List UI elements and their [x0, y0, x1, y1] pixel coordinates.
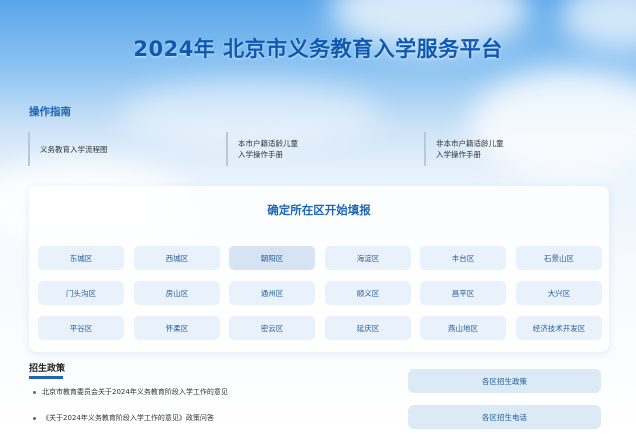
- guide-links: 义务教育入学流程图 本市户籍适龄儿童 入学操作手册 非本市户籍适龄儿童 入学操作…: [28, 132, 608, 168]
- district-button[interactable]: 密云区: [229, 316, 315, 340]
- district-button[interactable]: 西城区: [134, 246, 220, 270]
- district-button[interactable]: 顺义区: [325, 281, 411, 305]
- district-button[interactable]: 燕山地区: [420, 316, 506, 340]
- district-button[interactable]: 海淀区: [325, 246, 411, 270]
- district-button[interactable]: 通州区: [229, 281, 315, 305]
- guide-link-flowchart[interactable]: 义务教育入学流程图: [28, 132, 218, 166]
- district-button[interactable]: 门头沟区: [38, 281, 124, 305]
- policy-item-label: 《关于2024年义务教育阶段入学工作的意见》政策问答: [42, 414, 214, 422]
- district-button[interactable]: 朝阳区: [229, 246, 315, 270]
- district-button[interactable]: 石景山区: [516, 246, 602, 270]
- district-button[interactable]: 平谷区: [38, 316, 124, 340]
- bullet-icon: [33, 416, 36, 420]
- district-button[interactable]: 延庆区: [325, 316, 411, 340]
- district-policy-button[interactable]: 各区招生政策: [408, 369, 601, 393]
- policy-item-opinion[interactable]: 北京市教育委员会关于2024年义务教育阶段入学工作的意见: [33, 387, 228, 397]
- district-button[interactable]: 经济技术开发区: [516, 316, 602, 340]
- district-button[interactable]: 怀柔区: [134, 316, 220, 340]
- policy-heading-underline: [29, 376, 63, 379]
- district-button[interactable]: 大兴区: [516, 281, 602, 305]
- district-button[interactable]: 昌平区: [420, 281, 506, 305]
- guide-heading: 操作指南: [29, 106, 71, 118]
- guide-link-local-manual[interactable]: 本市户籍适龄儿童 入学操作手册: [226, 132, 416, 166]
- guide-link-nonlocal-manual[interactable]: 非本市户籍适龄儿童 入学操作手册: [424, 132, 614, 166]
- district-select-card: 确定所在区开始填报 东城区 西城区 朝阳区 海淀区 丰台区 石景山区门头沟区 房山区 通州区顺…: [29, 186, 609, 352]
- district-phone-button[interactable]: 各区招生电话: [408, 405, 601, 429]
- policy-item-label: 北京市教育委员会关于2024年义务教育阶段入学工作的意见: [42, 388, 228, 396]
- district-button[interactable]: 房山区: [134, 281, 220, 305]
- policy-item-qa[interactable]: 《关于2024年义务教育阶段入学工作的意见》政策问答: [33, 413, 214, 423]
- page-title: 2024年 北京市义务教育入学服务平台: [133, 37, 503, 61]
- district-button[interactable]: 东城区: [38, 246, 124, 270]
- district-button[interactable]: 丰台区: [420, 246, 506, 270]
- district-card-title: 确定所在区开始填报: [267, 203, 371, 217]
- bullet-icon: [33, 390, 36, 394]
- policy-heading: 招生政策: [29, 364, 66, 374]
